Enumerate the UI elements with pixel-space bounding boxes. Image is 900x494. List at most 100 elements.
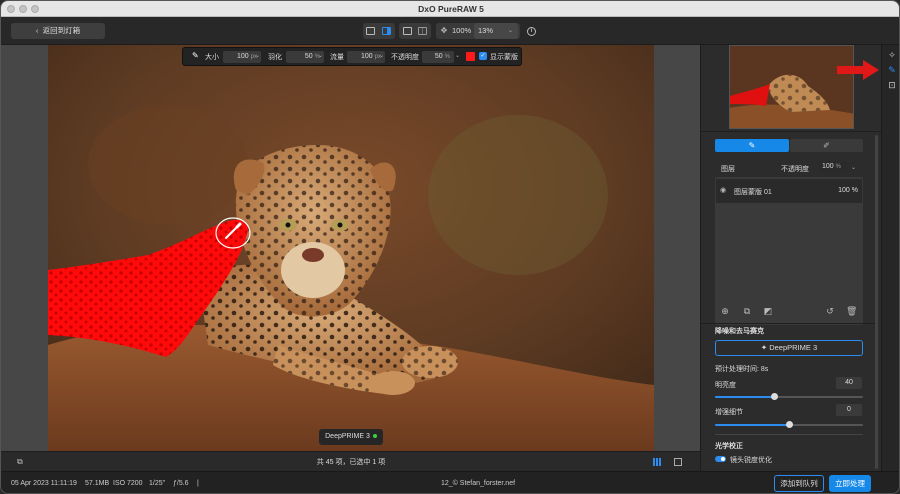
separator: | [197, 480, 199, 487]
detail-slider-fill [715, 424, 789, 426]
layer-tools: ⊕ ⧉ ◩ ↺ 🗑 [715, 303, 863, 321]
eraser-brush-icon: ✐ [823, 141, 830, 150]
opacity-value: 50 [434, 53, 443, 60]
grid-view-icon[interactable] [653, 458, 661, 466]
opacity-label: 不透明度 [391, 54, 419, 61]
reset-icon[interactable]: ↺ [825, 306, 835, 316]
zoom-select-value: 13% [478, 26, 494, 35]
image-settings-icon[interactable]: ⊡ [886, 79, 898, 91]
compare-group [399, 23, 431, 39]
brightness-slider-fill [715, 396, 775, 398]
aperture-value: ƒ/5.6 [173, 480, 189, 487]
eye-icon[interactable]: ◉ [720, 186, 726, 194]
flow-label: 流量 [330, 54, 344, 61]
eraser-tool-tab[interactable]: ✐ [790, 139, 863, 152]
detail-slider[interactable] [715, 421, 863, 428]
magic-wand-icon[interactable]: ✧ [886, 49, 898, 61]
brush-options-bar: ✎ 大小 100 px ⌄ 羽化 50 % ⌄ 流量 100 px ⌄ 不透明度… [182, 47, 522, 66]
detail-value[interactable]: 0 [836, 404, 862, 416]
window-title: DxO PureRAW 5 [418, 4, 484, 14]
opacity-field[interactable]: 50 % [422, 51, 454, 63]
add-to-queue-button[interactable]: 添加到队列 [774, 475, 824, 492]
chevron-left-icon: ‹ [35, 26, 43, 35]
deepprime-tag-label: DeepPRIME 3 [325, 433, 370, 440]
layers-label: 图层 [721, 166, 735, 173]
eta-label: 预计处理时间: 8s [715, 366, 769, 373]
before-view-icon[interactable] [403, 27, 412, 35]
leopard-photo[interactable] [48, 45, 654, 451]
app-window: DxO PureRAW 5 ‹ 返回到灯箱 ✥ 100% 13% ⌄ i ✎ 大… [0, 0, 900, 494]
invert-mask-icon[interactable]: ◩ [763, 306, 773, 316]
capture-date: 05 Apr 2023 11:11:19 [11, 480, 77, 487]
mask-color-swatch[interactable] [466, 52, 475, 61]
image-canvas[interactable] [1, 45, 700, 451]
layer-opacity-unit: % [835, 164, 841, 170]
layer-name: 图层蒙版 01 [734, 189, 772, 196]
show-mask-checkbox[interactable]: ✓ [479, 52, 487, 60]
show-mask-label: 显示蒙版 [490, 54, 518, 61]
filmstrip-toggle-icon[interactable]: ⧉ [17, 457, 23, 467]
panel-divider [715, 434, 863, 435]
flow-value: 100 [361, 53, 373, 60]
local-adjust-brush-icon[interactable]: ✎ [886, 64, 898, 76]
back-label: 返回到灯箱 [42, 26, 81, 35]
opacity-unit: % [444, 54, 450, 60]
brightness-label: 明亮度 [715, 382, 736, 389]
feather-label: 羽化 [268, 54, 282, 61]
list-view-icon[interactable] [674, 458, 682, 466]
status-dot-icon [372, 434, 377, 439]
right-panel: ✎ ✐ 图层 不透明度 100 % ⌄ ◉ 图层蒙版 01 100 % ⊕ ⧉ … [700, 45, 882, 471]
info-icon[interactable]: i [527, 27, 536, 36]
brightness-slider-knob[interactable] [771, 393, 779, 400]
flow-chevron-icon[interactable]: ⌄ [379, 52, 384, 59]
file-name: 12_© Stefan_forster.nef [441, 480, 516, 487]
trash-icon[interactable]: 🗑 [846, 306, 857, 316]
iso-value: ISO 7200 [113, 480, 143, 487]
layer-row[interactable]: ◉ 图层蒙版 01 100 % [716, 179, 862, 203]
size-label: 大小 [205, 54, 219, 61]
feather-value: 50 [304, 53, 313, 60]
panel-scrollbar[interactable] [875, 135, 878, 469]
brightness-value[interactable]: 40 [836, 377, 862, 389]
panel-divider [701, 323, 875, 324]
detail-label: 增强细节 [715, 409, 743, 416]
top-toolbar: ‹ 返回到灯箱 ✥ 100% 13% ⌄ i [1, 17, 899, 45]
brightness-slider[interactable] [715, 393, 863, 400]
size-value: 100 [237, 53, 249, 60]
layer-opacity-label: 不透明度 [781, 166, 809, 173]
shutter-value: 1/25" [149, 480, 166, 487]
split-view-icon[interactable] [382, 27, 391, 35]
navigator-thumbnail[interactable] [729, 45, 854, 129]
duplicate-layer-icon[interactable]: ⧉ [742, 306, 752, 316]
view-mode-group [363, 23, 395, 39]
denoise-heading: 降噪和去马赛克 [715, 328, 764, 335]
opacity-chevron-icon[interactable]: ⌄ [455, 52, 460, 59]
detail-slider-knob[interactable] [786, 421, 793, 428]
zoom-select[interactable]: 13% ⌄ [474, 23, 518, 39]
layer-opacity-value: 100 [822, 163, 834, 170]
filmstrip-bar: ⧉ 共 45 项，已选中 1 项 [1, 451, 700, 471]
lens-sharpen-label: 镜头锐度优化 [730, 457, 772, 464]
layer-opacity-field[interactable]: 100 % [819, 161, 847, 173]
brush-icon: ✎ [748, 141, 756, 150]
tool-strip: ✧ ✎ ⊡ [881, 45, 899, 471]
side-by-side-icon[interactable] [418, 27, 427, 35]
lens-sharpen-toggle[interactable] [715, 456, 726, 462]
back-to-lightbox-button[interactable]: ‹ 返回到灯箱 [11, 23, 105, 39]
panel-divider [701, 131, 882, 132]
feather-chevron-icon[interactable]: ⌄ [318, 52, 323, 59]
layer-row-opacity: 100 % [838, 187, 858, 194]
deepprime-select-button[interactable]: ✦ DeepPRIME 3 [715, 340, 863, 356]
size-chevron-icon[interactable]: ⌄ [255, 52, 260, 59]
chevron-down-icon: ⌄ [507, 28, 513, 34]
brush-tool-tab[interactable]: ✎ [715, 139, 789, 152]
file-size: 57.1MB [85, 480, 110, 487]
single-view-icon[interactable] [366, 27, 375, 35]
zoom-100-label[interactable]: 100% [452, 26, 471, 35]
add-layer-icon[interactable]: ⊕ [720, 306, 730, 316]
process-now-button[interactable]: 立即处理 [829, 475, 871, 492]
move-arrows-icon[interactable]: ✥ [439, 26, 449, 36]
chevron-down-icon[interactable]: ⌄ [851, 164, 856, 171]
selection-count: 共 45 项，已选中 1 项 [316, 459, 386, 466]
deepprime-tag: DeepPRIME 3 [319, 429, 383, 445]
